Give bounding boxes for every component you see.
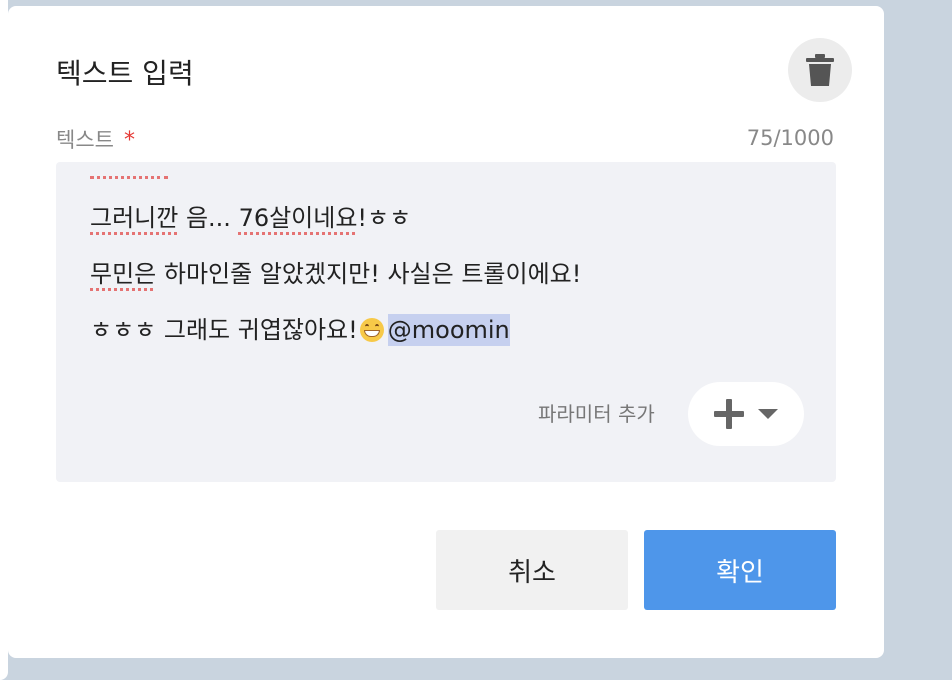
text-segment: 무민은: [90, 260, 157, 288]
text-segment: !ㅎㅎ: [357, 204, 412, 232]
trash-icon: [806, 54, 834, 86]
cancel-button[interactable]: 취소: [436, 530, 628, 610]
caret-down-icon: [758, 409, 778, 419]
add-parameter-label: 파라미터 추가: [538, 402, 655, 426]
delete-button[interactable]: [788, 38, 852, 102]
field-label-text: 텍스트: [56, 128, 114, 152]
field-label: 텍스트 *: [56, 124, 135, 154]
grinning-face-emoji-icon: [359, 318, 384, 342]
text-input-dialog: 텍스트 입력 텍스트 * 75/1000 그러니깐 음... 76살이네요!ㅎㅎ …: [8, 6, 884, 658]
confirm-button[interactable]: 확인: [644, 530, 836, 610]
text-segment: ㅎㅎㅎ 그래도 귀엽잖아요!: [90, 316, 358, 344]
text-line: 그러니깐 음... 76살이네요!ㅎㅎ: [90, 200, 411, 236]
text-segment: 그러니깐: [90, 204, 179, 232]
text-segment: 하마인줄 알았겠지만! 사실은 트롤이에요!: [156, 260, 582, 288]
plus-icon: [714, 399, 744, 429]
char-counter: 75/1000: [746, 126, 834, 150]
background-panel: [0, 0, 8, 680]
text-segment: 76살이네요: [238, 204, 358, 232]
text-line: 무민은 하마인줄 알았겠지만! 사실은 트롤이에요!: [90, 256, 581, 292]
add-parameter-button[interactable]: [688, 382, 804, 446]
spellcheck-underline: [90, 176, 168, 179]
text-segment: 음...: [178, 204, 239, 232]
required-mark: *: [123, 128, 135, 153]
text-line: ㅎㅎㅎ 그래도 귀엽잖아요! @moomin: [90, 312, 510, 348]
dialog-title: 텍스트 입력: [56, 57, 194, 90]
mention-tag[interactable]: @moomin: [387, 314, 510, 346]
text-area[interactable]: 그러니깐 음... 76살이네요!ㅎㅎ 무민은 하마인줄 알았겠지만! 사실은 …: [56, 162, 836, 482]
